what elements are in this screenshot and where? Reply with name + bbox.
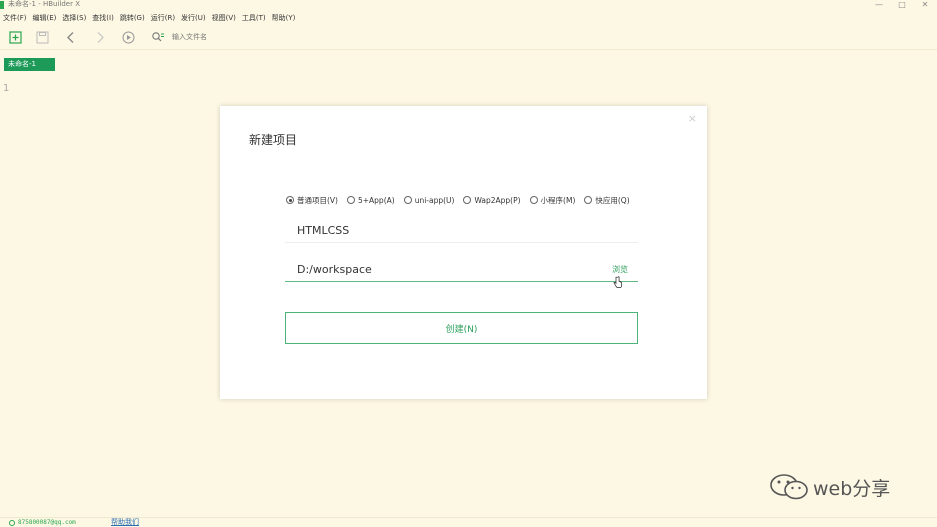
radio-label: Wap2App(P) xyxy=(474,195,521,205)
maximize-button[interactable]: □ xyxy=(895,0,909,9)
watermark: web分享 xyxy=(769,472,890,502)
menu-find[interactable]: 查找(I) xyxy=(89,11,117,25)
radio-label: 快应用(Q) xyxy=(595,195,630,205)
menu-view[interactable]: 视图(V) xyxy=(209,11,239,25)
new-file-icon[interactable] xyxy=(7,29,23,45)
radio-unchecked-icon[interactable] xyxy=(463,196,472,204)
editor-tab[interactable]: 未命名-1 xyxy=(4,58,55,71)
back-icon[interactable] xyxy=(63,29,79,45)
radio-label: 小程序(M) xyxy=(540,195,576,205)
radio-label: 5+App(A) xyxy=(357,195,395,205)
menu-edit[interactable]: 编辑(E) xyxy=(30,11,60,25)
title-bar: 未命名-1 - HBuilder X — □ ✕ xyxy=(0,0,937,11)
project-location-input[interactable] xyxy=(297,261,597,277)
wechat-logo-icon xyxy=(770,474,808,500)
hbuilder-window: 未命名-1 - HBuilder X — □ ✕ 文件(F) 编辑(E) 选择(… xyxy=(0,0,937,527)
radio-unchecked-icon[interactable] xyxy=(584,196,593,204)
save-icon[interactable] xyxy=(34,29,50,45)
project-name-input[interactable] xyxy=(297,222,597,238)
menu-publish[interactable]: 发行(U) xyxy=(178,11,209,25)
line-number: 1 xyxy=(3,83,10,94)
window-title: 未命名-1 - HBuilder X xyxy=(8,0,80,8)
account-email[interactable]: 875800087@qq.com xyxy=(18,518,76,527)
new-project-dialog: × 新建项目 普通项目(V) 5+App(A) uni-app(U) Wap2A… xyxy=(220,106,707,399)
forward-icon[interactable] xyxy=(92,29,108,45)
menu-select[interactable]: 选择(S) xyxy=(59,11,89,25)
search-file-icon xyxy=(150,29,166,45)
radio-checked-icon[interactable] xyxy=(286,196,294,204)
menu-help[interactable]: 帮助(Y) xyxy=(269,11,299,25)
radio-unchecked-icon[interactable] xyxy=(403,196,412,204)
radio-unchecked-icon[interactable] xyxy=(529,196,538,204)
radio-quick-app[interactable]: 快应用(Q) xyxy=(584,195,630,206)
radio-label: 普通项目(V) xyxy=(297,195,338,205)
close-window-button[interactable]: ✕ xyxy=(918,0,932,9)
menu-bar: 文件(F) 编辑(E) 选择(S) 查找(I) 跳转(G) 运行(R) 发行(U… xyxy=(0,11,937,25)
app-logo-icon xyxy=(0,1,4,9)
project-location-field: 浏览 xyxy=(285,258,638,288)
dialog-close-icon[interactable]: × xyxy=(688,112,697,125)
radio-unchecked-icon[interactable] xyxy=(346,196,355,204)
watermark-text: web分享 xyxy=(813,477,891,500)
help-us-link[interactable]: 帮助我们 xyxy=(111,518,139,527)
menu-run[interactable]: 运行(R) xyxy=(148,11,178,25)
minimize-button[interactable]: — xyxy=(872,0,886,9)
menu-file[interactable]: 文件(F) xyxy=(0,11,30,25)
radio-label: uni-app(U) xyxy=(414,195,455,205)
account-status-icon xyxy=(9,520,15,526)
radio-uni-app[interactable]: uni-app(U) xyxy=(403,195,455,205)
create-button[interactable]: 创建(N) xyxy=(285,312,638,344)
run-icon[interactable] xyxy=(120,29,136,45)
project-type-group: 普通项目(V) 5+App(A) uni-app(U) Wap2App(P) 小… xyxy=(286,193,646,207)
menu-tools[interactable]: 工具(T) xyxy=(239,11,269,25)
radio-mini-program[interactable]: 小程序(M) xyxy=(529,195,576,206)
hand-cursor-icon xyxy=(613,273,622,292)
toolbar xyxy=(0,25,937,50)
menu-goto[interactable]: 跳转(G) xyxy=(117,11,148,25)
file-search-input[interactable] xyxy=(170,30,294,44)
radio-5plus-app[interactable]: 5+App(A) xyxy=(346,195,395,205)
dialog-title: 新建项目 xyxy=(249,133,298,147)
project-name-field xyxy=(285,219,638,243)
radio-wap2app[interactable]: Wap2App(P) xyxy=(463,195,521,205)
status-bar: 875800087@qq.com 帮助我们 xyxy=(0,517,937,527)
radio-normal-project[interactable]: 普通项目(V) xyxy=(286,195,338,206)
